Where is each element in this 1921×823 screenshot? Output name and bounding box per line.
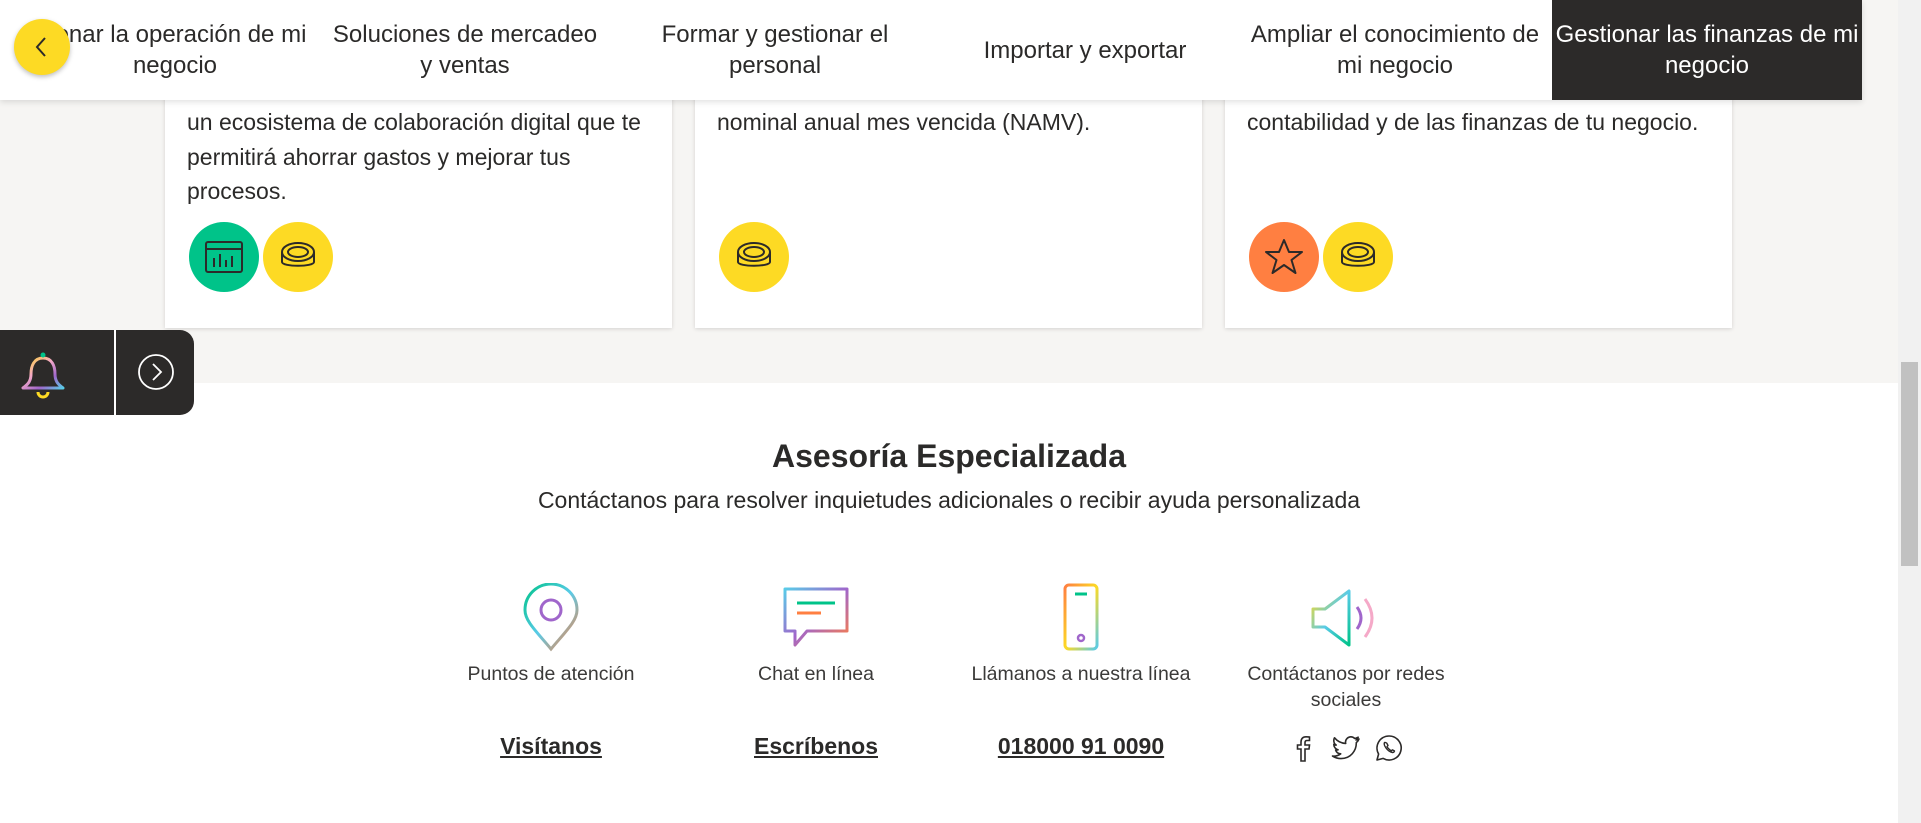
tab-personal[interactable]: Formar y gestionar el personal <box>640 0 910 100</box>
card-text: contabilidad y de las finanzas de tu neg… <box>1247 109 1699 135</box>
contact-chat: Chat en línea Escríbenos <box>696 583 936 760</box>
escribenos-link[interactable]: Escríbenos <box>696 733 936 760</box>
megaphone-icon <box>1311 583 1381 653</box>
tab-operacion[interactable]: tionar la operación de mi negocio <box>40 0 310 100</box>
contact-label: Contáctanos por redes sociales <box>1247 663 1445 711</box>
contact-label: Puntos de atención <box>467 663 635 685</box>
section-subtitle: Contáctanos para resolver inquietudes ad… <box>537 487 1361 513</box>
category-nav: tionar la operación de mi negocio Soluci… <box>0 0 1862 100</box>
widget-next-button[interactable] <box>136 352 176 392</box>
card-3[interactable]: contabilidad y de las finanzas de tu neg… <box>1225 60 1732 328</box>
location-pin-icon <box>516 582 586 653</box>
star-icon <box>1249 222 1319 292</box>
visitanos-link[interactable]: Visítanos <box>431 733 671 760</box>
tab-label: tionar la operación de mi negocio <box>43 21 307 79</box>
phone-number-link[interactable]: 018000 91 0090 <box>961 733 1201 760</box>
tab-label: Formar y gestionar el personal <box>661 21 889 79</box>
card-text: nominal anual mes vencida (NAMV). <box>717 109 1091 135</box>
whatsapp-icon[interactable] <box>1374 733 1404 768</box>
section-title: Asesoría Especializada <box>772 438 1126 474</box>
contact-label: Llámanos a nuestra línea <box>971 663 1191 685</box>
tab-mercadeo[interactable]: Soluciones de mercadeo y ventas <box>325 0 605 100</box>
tab-finanzas[interactable]: Gestionar las finanzas de mi negocio <box>1552 0 1862 100</box>
notification-widget <box>0 330 194 415</box>
chevron-right-circle-icon <box>138 354 174 390</box>
card-1[interactable]: un ecosistema de colaboración digital qu… <box>165 60 672 328</box>
tab-importar[interactable]: Importar y exportar <box>960 0 1210 100</box>
social-links <box>1226 733 1466 768</box>
tab-label: Soluciones de mercadeo y ventas <box>332 21 598 79</box>
coins-icon <box>1323 222 1393 292</box>
mobile-phone-icon <box>1046 583 1116 653</box>
nav-prev-button[interactable] <box>14 19 70 75</box>
contact-puntos: Puntos de atención Visítanos <box>431 582 671 760</box>
contact-social: Contáctanos por redes sociales <box>1226 583 1466 768</box>
advisory-section: Asesoría Especializada Contáctanos para … <box>0 383 1898 823</box>
facebook-icon[interactable] <box>1288 733 1318 768</box>
contact-phone: Llámanos a nuestra línea 018000 91 0090 <box>961 583 1201 760</box>
chat-bubble-icon <box>781 583 851 653</box>
twitter-icon[interactable] <box>1330 733 1362 768</box>
dashboard-icon <box>189 222 259 292</box>
card-text: un ecosistema de colaboración digital qu… <box>187 109 641 204</box>
tab-label: Importar y exportar <box>983 36 1187 64</box>
coins-icon <box>263 222 333 292</box>
scrollbar-thumb[interactable] <box>1901 362 1918 566</box>
chevron-left-icon <box>35 37 46 57</box>
coins-icon <box>719 222 789 292</box>
bell-icon[interactable] <box>18 350 68 400</box>
tab-conocimiento[interactable]: Ampliar el conocimiento de mi negocio <box>1245 0 1545 100</box>
card-2[interactable]: nominal anual mes vencida (NAMV). <box>695 60 1202 328</box>
widget-divider <box>114 330 116 415</box>
tab-label: Ampliar el conocimiento de mi negocio <box>1250 21 1540 79</box>
contact-label: Chat en línea <box>757 663 874 685</box>
tab-label: Gestionar las finanzas de mi negocio <box>1555 21 1859 79</box>
